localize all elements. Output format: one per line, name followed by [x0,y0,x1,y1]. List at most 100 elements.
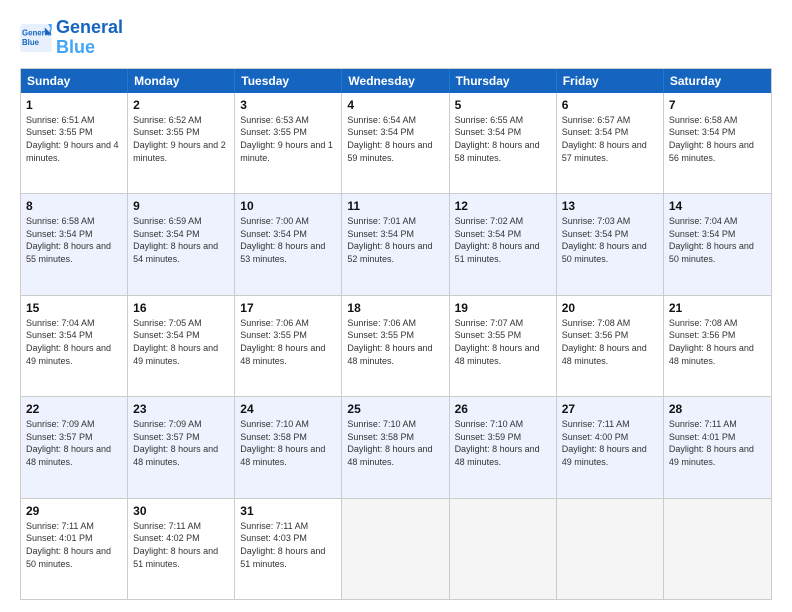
calendar-cell [450,499,557,599]
calendar-cell [557,499,664,599]
day-number: 10 [240,198,336,214]
calendar-cell: 1Sunrise: 6:51 AMSunset: 3:55 PMDaylight… [21,93,128,193]
calendar-cell: 30Sunrise: 7:11 AMSunset: 4:02 PMDayligh… [128,499,235,599]
cell-info: Sunrise: 7:03 AMSunset: 3:54 PMDaylight:… [562,215,658,265]
calendar-cell: 5Sunrise: 6:55 AMSunset: 3:54 PMDaylight… [450,93,557,193]
header-day-sunday: Sunday [21,69,128,93]
header-day-friday: Friday [557,69,664,93]
day-number: 26 [455,401,551,417]
day-number: 3 [240,97,336,113]
calendar-cell: 13Sunrise: 7:03 AMSunset: 3:54 PMDayligh… [557,194,664,294]
day-number: 21 [669,300,766,316]
page-header: General Blue GeneralBlue [20,18,772,58]
cell-info: Sunrise: 7:10 AMSunset: 3:58 PMDaylight:… [347,418,443,468]
cell-info: Sunrise: 6:51 AMSunset: 3:55 PMDaylight:… [26,114,122,164]
calendar-cell: 16Sunrise: 7:05 AMSunset: 3:54 PMDayligh… [128,296,235,396]
calendar-cell: 7Sunrise: 6:58 AMSunset: 3:54 PMDaylight… [664,93,771,193]
cell-info: Sunrise: 7:11 AMSunset: 4:01 PMDaylight:… [669,418,766,468]
day-number: 8 [26,198,122,214]
logo-icon: General Blue [20,24,52,52]
calendar-row: 22Sunrise: 7:09 AMSunset: 3:57 PMDayligh… [21,397,771,498]
svg-text:Blue: Blue [22,38,40,47]
cell-info: Sunrise: 7:11 AMSunset: 4:02 PMDaylight:… [133,520,229,570]
day-number: 30 [133,503,229,519]
day-number: 24 [240,401,336,417]
calendar-header: SundayMondayTuesdayWednesdayThursdayFrid… [21,69,771,93]
header-day-saturday: Saturday [664,69,771,93]
day-number: 14 [669,198,766,214]
cell-info: Sunrise: 7:05 AMSunset: 3:54 PMDaylight:… [133,317,229,367]
day-number: 6 [562,97,658,113]
calendar-cell: 22Sunrise: 7:09 AMSunset: 3:57 PMDayligh… [21,397,128,497]
cell-info: Sunrise: 6:58 AMSunset: 3:54 PMDaylight:… [669,114,766,164]
calendar-cell: 28Sunrise: 7:11 AMSunset: 4:01 PMDayligh… [664,397,771,497]
calendar-cell: 20Sunrise: 7:08 AMSunset: 3:56 PMDayligh… [557,296,664,396]
day-number: 29 [26,503,122,519]
cell-info: Sunrise: 6:55 AMSunset: 3:54 PMDaylight:… [455,114,551,164]
calendar-page: General Blue GeneralBlue SundayMondayTue… [0,0,792,612]
day-number: 17 [240,300,336,316]
day-number: 15 [26,300,122,316]
calendar-cell: 25Sunrise: 7:10 AMSunset: 3:58 PMDayligh… [342,397,449,497]
cell-info: Sunrise: 6:53 AMSunset: 3:55 PMDaylight:… [240,114,336,164]
day-number: 5 [455,97,551,113]
logo-text: GeneralBlue [56,18,123,58]
calendar-cell: 27Sunrise: 7:11 AMSunset: 4:00 PMDayligh… [557,397,664,497]
calendar-row: 15Sunrise: 7:04 AMSunset: 3:54 PMDayligh… [21,296,771,397]
day-number: 1 [26,97,122,113]
calendar-cell: 19Sunrise: 7:07 AMSunset: 3:55 PMDayligh… [450,296,557,396]
calendar-cell: 3Sunrise: 6:53 AMSunset: 3:55 PMDaylight… [235,93,342,193]
day-number: 7 [669,97,766,113]
cell-info: Sunrise: 7:11 AMSunset: 4:01 PMDaylight:… [26,520,122,570]
calendar-cell: 14Sunrise: 7:04 AMSunset: 3:54 PMDayligh… [664,194,771,294]
day-number: 13 [562,198,658,214]
header-day-thursday: Thursday [450,69,557,93]
cell-info: Sunrise: 7:10 AMSunset: 3:58 PMDaylight:… [240,418,336,468]
calendar-cell: 2Sunrise: 6:52 AMSunset: 3:55 PMDaylight… [128,93,235,193]
calendar-cell: 29Sunrise: 7:11 AMSunset: 4:01 PMDayligh… [21,499,128,599]
day-number: 25 [347,401,443,417]
calendar-cell [664,499,771,599]
calendar-row: 29Sunrise: 7:11 AMSunset: 4:01 PMDayligh… [21,499,771,599]
cell-info: Sunrise: 7:01 AMSunset: 3:54 PMDaylight:… [347,215,443,265]
day-number: 19 [455,300,551,316]
day-number: 28 [669,401,766,417]
cell-info: Sunrise: 7:08 AMSunset: 3:56 PMDaylight:… [669,317,766,367]
cell-info: Sunrise: 7:06 AMSunset: 3:55 PMDaylight:… [240,317,336,367]
day-number: 31 [240,503,336,519]
logo: General Blue GeneralBlue [20,18,123,58]
cell-info: Sunrise: 6:57 AMSunset: 3:54 PMDaylight:… [562,114,658,164]
calendar-cell: 11Sunrise: 7:01 AMSunset: 3:54 PMDayligh… [342,194,449,294]
cell-info: Sunrise: 7:00 AMSunset: 3:54 PMDaylight:… [240,215,336,265]
cell-info: Sunrise: 7:11 AMSunset: 4:03 PMDaylight:… [240,520,336,570]
header-day-monday: Monday [128,69,235,93]
day-number: 20 [562,300,658,316]
cell-info: Sunrise: 7:07 AMSunset: 3:55 PMDaylight:… [455,317,551,367]
calendar-cell: 18Sunrise: 7:06 AMSunset: 3:55 PMDayligh… [342,296,449,396]
calendar-cell: 23Sunrise: 7:09 AMSunset: 3:57 PMDayligh… [128,397,235,497]
calendar-cell: 12Sunrise: 7:02 AMSunset: 3:54 PMDayligh… [450,194,557,294]
calendar-cell: 15Sunrise: 7:04 AMSunset: 3:54 PMDayligh… [21,296,128,396]
calendar-cell: 31Sunrise: 7:11 AMSunset: 4:03 PMDayligh… [235,499,342,599]
calendar-cell: 10Sunrise: 7:00 AMSunset: 3:54 PMDayligh… [235,194,342,294]
day-number: 4 [347,97,443,113]
cell-info: Sunrise: 7:06 AMSunset: 3:55 PMDaylight:… [347,317,443,367]
calendar-cell: 9Sunrise: 6:59 AMSunset: 3:54 PMDaylight… [128,194,235,294]
cell-info: Sunrise: 7:09 AMSunset: 3:57 PMDaylight:… [133,418,229,468]
day-number: 18 [347,300,443,316]
cell-info: Sunrise: 7:02 AMSunset: 3:54 PMDaylight:… [455,215,551,265]
day-number: 22 [26,401,122,417]
day-number: 12 [455,198,551,214]
day-number: 9 [133,198,229,214]
calendar-cell: 8Sunrise: 6:58 AMSunset: 3:54 PMDaylight… [21,194,128,294]
calendar-cell: 6Sunrise: 6:57 AMSunset: 3:54 PMDaylight… [557,93,664,193]
cell-info: Sunrise: 7:09 AMSunset: 3:57 PMDaylight:… [26,418,122,468]
day-number: 11 [347,198,443,214]
cell-info: Sunrise: 6:52 AMSunset: 3:55 PMDaylight:… [133,114,229,164]
calendar-body: 1Sunrise: 6:51 AMSunset: 3:55 PMDaylight… [21,93,771,599]
day-number: 16 [133,300,229,316]
calendar-cell: 21Sunrise: 7:08 AMSunset: 3:56 PMDayligh… [664,296,771,396]
cell-info: Sunrise: 6:59 AMSunset: 3:54 PMDaylight:… [133,215,229,265]
calendar-cell: 24Sunrise: 7:10 AMSunset: 3:58 PMDayligh… [235,397,342,497]
header-day-tuesday: Tuesday [235,69,342,93]
